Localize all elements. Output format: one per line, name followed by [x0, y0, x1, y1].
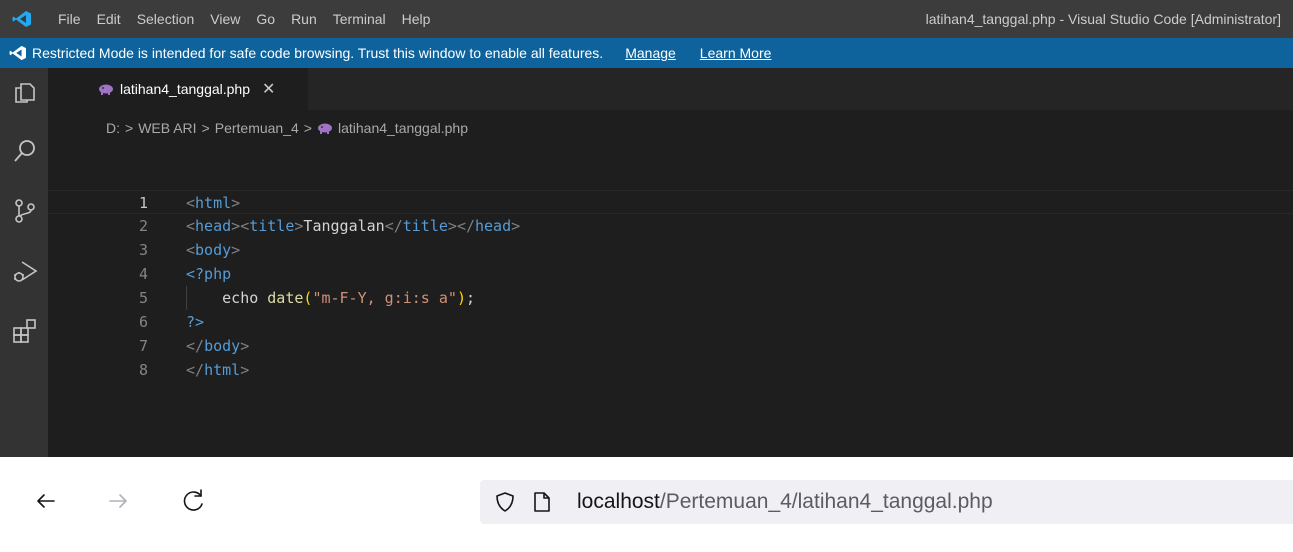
line-number: 8	[138, 361, 148, 379]
code-line[interactable]: 1 <html>	[48, 190, 1293, 214]
code-text: echo date("m-F-Y, g:i:s a");	[222, 289, 475, 307]
chevron-right-icon: >	[303, 120, 312, 136]
menu-run[interactable]: Run	[283, 11, 325, 27]
chevron-right-icon: >	[201, 120, 210, 136]
menu-file[interactable]: File	[50, 11, 89, 27]
tab-label: latihan4_tanggal.php	[120, 81, 251, 97]
code-line[interactable]: 6 ?>	[48, 310, 1293, 334]
shield-icon[interactable]	[494, 491, 516, 513]
explorer-icon[interactable]	[12, 78, 38, 104]
line-number: 5	[138, 289, 148, 307]
code-line[interactable]: 4 <?php	[48, 262, 1293, 286]
source-control-icon[interactable]	[12, 198, 38, 224]
address-bar[interactable]: localhost/Pertemuan_4/latihan4_tanggal.p…	[480, 480, 1293, 524]
menu-bar: File Edit Selection View Go Run Terminal…	[50, 0, 438, 38]
breadcrumb-folder-pertemuan[interactable]: Pertemuan_4	[215, 120, 299, 136]
restricted-mode-banner: Restricted Mode is intended for safe cod…	[0, 38, 1293, 68]
code-text: <body>	[186, 241, 241, 259]
line-number: 7	[138, 337, 148, 355]
tab-latihan4-tanggal[interactable]: latihan4_tanggal.php ✕	[48, 68, 308, 110]
chevron-right-icon: >	[125, 120, 134, 136]
url-path: /Pertemuan_4/latihan4_tanggal.php	[659, 490, 993, 513]
browser-toolbar: localhost/Pertemuan_4/latihan4_tanggal.p…	[0, 457, 1293, 552]
menu-terminal[interactable]: Terminal	[325, 11, 394, 27]
forward-arrow-icon[interactable]	[104, 487, 132, 515]
url-host: localhost	[577, 490, 660, 513]
vscode-window: File Edit Selection View Go Run Terminal…	[0, 0, 1293, 457]
code-text: </body>	[186, 337, 250, 355]
manage-link[interactable]: Manage	[625, 45, 676, 61]
url-text: localhost/Pertemuan_4/latihan4_tanggal.p…	[577, 480, 993, 524]
breadcrumb-file[interactable]: latihan4_tanggal.php	[338, 120, 468, 136]
php-elephant-icon	[99, 84, 113, 95]
window-title: latihan4_tanggal.php - Visual Studio Cod…	[925, 11, 1281, 27]
learn-more-link[interactable]: Learn More	[700, 45, 772, 61]
page-icon[interactable]	[533, 491, 551, 513]
code-line[interactable]: 7 </body>	[48, 334, 1293, 358]
reload-icon[interactable]	[180, 487, 208, 515]
code-line[interactable]: 3 <body>	[48, 238, 1293, 262]
code-text: </html>	[186, 361, 250, 379]
search-icon[interactable]	[12, 138, 38, 164]
run-debug-icon[interactable]	[12, 258, 38, 284]
breadcrumb-folder-web-ari[interactable]: WEB ARI	[138, 120, 196, 136]
editor-area: latihan4_tanggal.php ✕ D: > WEB ARI > Pe…	[48, 68, 1293, 457]
back-arrow-icon[interactable]	[32, 487, 60, 515]
vscode-logo-icon	[12, 11, 31, 27]
menu-selection[interactable]: Selection	[129, 11, 203, 27]
code-text: ?>	[186, 313, 205, 331]
breadcrumb: D: > WEB ARI > Pertemuan_4 > latihan4_ta…	[106, 117, 468, 139]
tab-close-icon[interactable]: ✕	[262, 79, 275, 99]
code-text: <?php	[186, 265, 232, 283]
banner-message: Restricted Mode is intended for safe cod…	[32, 45, 604, 61]
code-line[interactable]: 8 </html>	[48, 358, 1293, 382]
code-text: <html>	[186, 194, 241, 212]
code-text: <head><title>Tanggalan</title></head>	[186, 217, 521, 235]
line-number: 6	[138, 313, 148, 331]
code-line[interactable]: 5 echo date("m-F-Y, g:i:s a");	[48, 286, 1293, 310]
line-number: 3	[138, 241, 148, 259]
code-line[interactable]: 2 <head><title>Tanggalan</title></head>	[48, 214, 1293, 238]
tabs-bar: latihan4_tanggal.php ✕	[48, 68, 1293, 110]
line-number: 1	[138, 194, 148, 212]
extensions-icon[interactable]	[12, 318, 38, 344]
menu-view[interactable]: View	[202, 11, 248, 27]
activity-bar	[0, 68, 48, 457]
menu-go[interactable]: Go	[248, 11, 283, 27]
menu-help[interactable]: Help	[394, 11, 439, 27]
vscode-logo-icon	[9, 45, 26, 61]
php-elephant-icon	[317, 123, 332, 134]
menu-edit[interactable]: Edit	[89, 11, 129, 27]
line-number: 2	[138, 217, 148, 235]
title-bar: File Edit Selection View Go Run Terminal…	[0, 0, 1293, 38]
line-number: 4	[138, 265, 148, 283]
breadcrumb-drive[interactable]: D:	[106, 120, 120, 136]
